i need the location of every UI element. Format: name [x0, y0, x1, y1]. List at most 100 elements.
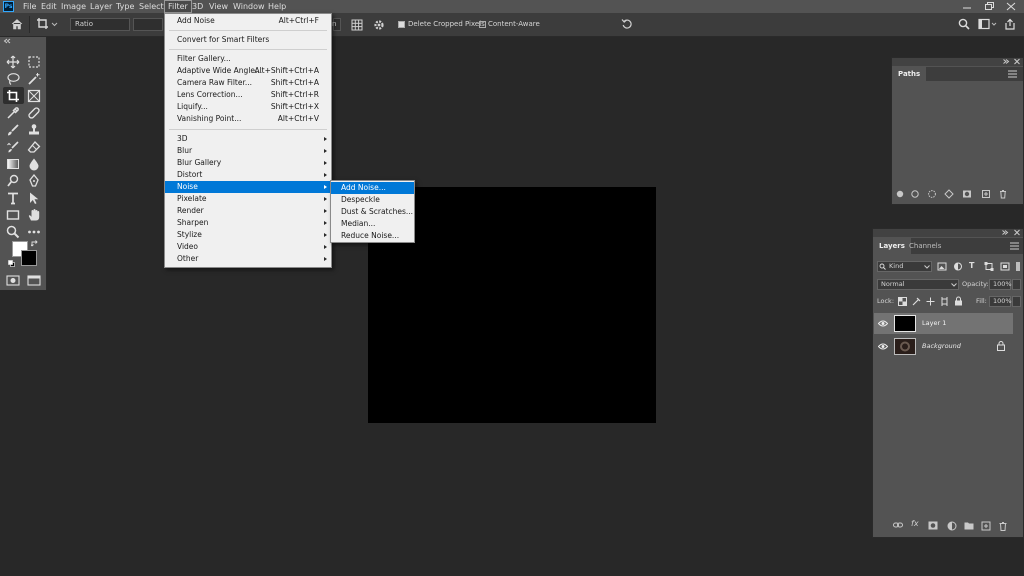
- layer-row[interactable]: Background: [874, 336, 1013, 357]
- submenu-item-add-noise[interactable]: Add Noise...: [331, 182, 414, 194]
- lock-pixels-icon[interactable]: [912, 297, 921, 306]
- stroke-path-icon[interactable]: [910, 189, 920, 199]
- menu-item-pixelate[interactable]: Pixelate: [165, 193, 331, 205]
- move-tool-icon[interactable]: [6, 55, 22, 70]
- more-tools-icon[interactable]: [27, 225, 43, 240]
- add-mask-icon[interactable]: [962, 189, 972, 199]
- new-group-icon[interactable]: [964, 521, 974, 530]
- collapse-tools-icon[interactable]: [3, 38, 11, 44]
- add-layer-mask-icon[interactable]: [928, 521, 938, 530]
- healing-brush-tool-icon[interactable]: [27, 106, 43, 121]
- ratio-select[interactable]: Ratio: [70, 18, 130, 31]
- menu-layer[interactable]: Layer: [87, 0, 115, 13]
- lock-transparent-icon[interactable]: [898, 297, 907, 306]
- menu-item-render[interactable]: Render: [165, 205, 331, 217]
- minimize-icon[interactable]: [962, 2, 972, 11]
- path-selection-tool-icon[interactable]: [27, 191, 43, 206]
- lock-artboard-icon[interactable]: [940, 297, 949, 306]
- submenu-item-dust-scratches[interactable]: Dust & Scratches...: [331, 206, 414, 218]
- dodge-tool-icon[interactable]: [6, 174, 22, 189]
- menu-help[interactable]: Help: [265, 0, 289, 13]
- layers-close-icon[interactable]: [1013, 229, 1021, 236]
- gradient-tool-icon[interactable]: [6, 157, 22, 172]
- paths-collapse-icon[interactable]: [1002, 58, 1010, 65]
- screen-mode-icon[interactable]: [27, 275, 41, 286]
- menu-item-adaptive-wide-angle[interactable]: Adaptive Wide Angle... Alt+Shift+Ctrl+A: [165, 65, 331, 77]
- submenu-item-median[interactable]: Median...: [331, 218, 414, 230]
- share-icon[interactable]: [1004, 18, 1016, 30]
- smart-object-filter-icon[interactable]: [1000, 262, 1010, 271]
- overlay-grid-icon[interactable]: [351, 19, 363, 31]
- fill-path-icon[interactable]: [895, 189, 905, 199]
- make-path-icon[interactable]: [944, 189, 954, 199]
- quick-mask-icon[interactable]: [6, 275, 20, 286]
- menu-item-convert-smart-filters[interactable]: Convert for Smart Filters: [165, 34, 331, 46]
- menu-item-distort[interactable]: Distort: [165, 169, 331, 181]
- menu-image[interactable]: Image: [58, 0, 89, 13]
- type-layer-filter-icon[interactable]: T: [969, 261, 974, 270]
- menu-item-blur-gallery[interactable]: Blur Gallery: [165, 157, 331, 169]
- eye-icon[interactable]: [878, 343, 888, 350]
- opacity-dropdown[interactable]: [1012, 279, 1021, 290]
- menu-item-other[interactable]: Other: [165, 253, 331, 265]
- crop-tool-icon[interactable]: [6, 89, 22, 104]
- load-path-selection-icon[interactable]: [927, 189, 937, 199]
- tab-channels[interactable]: Channels: [903, 238, 947, 254]
- menu-item-stylize[interactable]: Stylize: [165, 229, 331, 241]
- eyedropper-tool-icon[interactable]: [6, 106, 22, 121]
- menu-item-noise[interactable]: Noise: [165, 181, 331, 193]
- menu-item-camera-raw-filter[interactable]: Camera Raw Filter... Shift+Ctrl+A: [165, 77, 331, 89]
- gear-icon[interactable]: [373, 19, 385, 31]
- filter-toggle[interactable]: [1016, 262, 1020, 271]
- magic-wand-tool-icon[interactable]: [27, 72, 43, 87]
- restore-icon[interactable]: [984, 2, 994, 11]
- background-color-swatch[interactable]: [21, 250, 37, 266]
- layer-name[interactable]: Layer 1: [922, 319, 946, 327]
- crop-tool-preset-icon[interactable]: [36, 17, 58, 31]
- delete-cropped-checkbox[interactable]: [398, 21, 405, 28]
- close-icon[interactable]: [1006, 2, 1016, 11]
- ratio-width-input[interactable]: [133, 18, 163, 31]
- search-icon[interactable]: [958, 18, 970, 30]
- lock-position-icon[interactable]: [926, 297, 935, 306]
- fill-input[interactable]: 100%: [989, 296, 1012, 307]
- workspace-icon[interactable]: [978, 18, 998, 30]
- shape-layer-filter-icon[interactable]: [984, 262, 994, 271]
- clone-stamp-tool-icon[interactable]: [27, 123, 43, 138]
- home-icon[interactable]: [11, 18, 23, 30]
- menu-item-3d[interactable]: 3D: [165, 133, 331, 145]
- menu-select[interactable]: Select: [136, 0, 167, 13]
- reset-icon[interactable]: [621, 18, 633, 30]
- zoom-tool-icon[interactable]: [6, 225, 22, 240]
- new-layer-icon[interactable]: [981, 521, 991, 531]
- menu-3d[interactable]: 3D: [189, 0, 206, 13]
- menu-item-blur[interactable]: Blur: [165, 145, 331, 157]
- layers-panel-menu-icon[interactable]: [1010, 242, 1019, 250]
- menu-item-last-filter[interactable]: Add Noise Alt+Ctrl+F: [165, 15, 331, 27]
- tab-paths[interactable]: Paths: [892, 67, 927, 81]
- layer-style-icon[interactable]: fx: [911, 519, 919, 528]
- history-brush-tool-icon[interactable]: [6, 140, 22, 155]
- content-aware-checkbox[interactable]: [479, 21, 486, 28]
- swap-colors-icon[interactable]: [31, 240, 39, 248]
- adjustment-layer-filter-icon[interactable]: [953, 262, 963, 271]
- fill-dropdown[interactable]: [1012, 296, 1021, 307]
- paths-panel-menu-icon[interactable]: [1008, 70, 1017, 78]
- menu-window[interactable]: Window: [230, 0, 268, 13]
- layer-name[interactable]: Background: [922, 342, 961, 350]
- hand-tool-icon[interactable]: [27, 208, 43, 223]
- menu-item-liquify[interactable]: Liquify... Shift+Ctrl+X: [165, 101, 331, 113]
- type-tool-icon[interactable]: [6, 191, 22, 206]
- lock-all-icon[interactable]: [954, 296, 963, 306]
- menu-item-sharpen[interactable]: Sharpen: [165, 217, 331, 229]
- paths-close-icon[interactable]: [1013, 58, 1021, 65]
- menu-edit[interactable]: Edit: [38, 0, 60, 13]
- menu-item-filter-gallery[interactable]: Filter Gallery...: [165, 53, 331, 65]
- pixel-layer-filter-icon[interactable]: [937, 262, 947, 271]
- menu-view[interactable]: View: [206, 0, 231, 13]
- menu-type[interactable]: Type: [113, 0, 137, 13]
- menu-item-video[interactable]: Video: [165, 241, 331, 253]
- link-layers-icon[interactable]: [893, 521, 903, 529]
- submenu-item-despeckle[interactable]: Despeckle: [331, 194, 414, 206]
- submenu-item-reduce-noise[interactable]: Reduce Noise...: [331, 230, 414, 242]
